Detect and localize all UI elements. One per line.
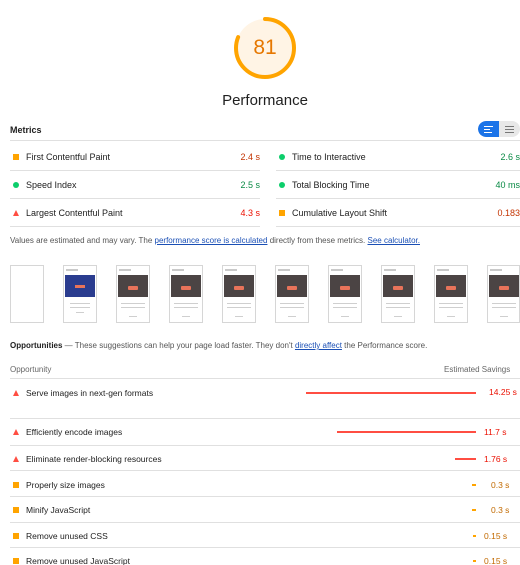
performance-score: 81 [253,36,277,59]
pass-circle-icon [279,154,285,160]
see-calculator-link[interactable]: See calculator. [368,236,420,245]
fail-triangle-icon [13,456,19,462]
filmstrip-frame [10,265,44,323]
column-estimated-savings: Estimated Savings [444,365,511,374]
metric-largest-contentful-paint: Largest Contentful Paint 4.3 s [10,198,260,226]
performance-score-link[interactable]: performance score is calculated [155,236,268,245]
pass-circle-icon [279,182,285,188]
filmstrip-frame [487,265,520,323]
filmstrip-frame [63,265,97,323]
fail-triangle-icon [13,390,19,396]
filmstrip-frame [169,265,203,323]
average-square-icon [13,507,19,513]
metric-speed-index: Speed Index 2.5 s [10,170,260,198]
filmstrip-frame [116,265,150,323]
filmstrip-frame [434,265,468,323]
opportunity-row[interactable]: Serve images in next-gen formats 14.25 s… [10,381,520,417]
directly-affect-link[interactable]: directly affect [295,341,342,350]
savings-bar [337,431,476,433]
opportunities-heading: Opportunities — These suggestions can he… [10,341,428,350]
metrics-view-toggle[interactable] [478,121,520,137]
metric-cumulative-layout-shift: Cumulative Layout Shift 0.183 [276,198,520,226]
metrics-note: Values are estimated and may vary. The p… [10,236,420,245]
average-square-icon [13,533,19,539]
compact-view-button[interactable] [478,121,499,137]
savings-bar [472,509,476,511]
filmstrip-frame [381,265,415,323]
metric-time-to-interactive: Time to Interactive 2.6 s [276,142,520,170]
performance-gauge: 81 [232,15,298,81]
savings-bar [306,392,476,394]
savings-bar [472,484,476,486]
savings-bar [455,458,476,460]
pass-circle-icon [13,182,19,188]
savings-bar [473,535,476,537]
metric-total-blocking-time: Total Blocking Time 40 ms [276,170,520,198]
filmstrip-frame [275,265,309,323]
opportunity-row[interactable]: Minify JavaScript 0.3 s ⌄ [10,498,520,524]
average-square-icon [13,154,19,160]
metric-first-contentful-paint: First Contentful Paint 2.4 s [10,142,260,170]
filmstrip-frame [328,265,362,323]
savings-bar [473,560,476,562]
average-square-icon [13,482,19,488]
opportunity-row[interactable]: Remove unused JavaScript 0.15 s ⌄ [10,549,520,565]
average-square-icon [279,210,285,216]
fail-triangle-icon [13,429,19,435]
average-square-icon [13,558,19,564]
expanded-view-button[interactable] [499,121,520,137]
column-opportunity: Opportunity [10,365,52,374]
opportunity-row[interactable]: Efficiently encode images 11.7 s ⌄ [10,420,520,446]
page-title: Performance [222,92,308,109]
fail-triangle-icon [13,210,19,216]
metrics-heading: Metrics [10,125,42,135]
filmstrip-frame [222,265,256,323]
filmstrip [10,265,520,323]
